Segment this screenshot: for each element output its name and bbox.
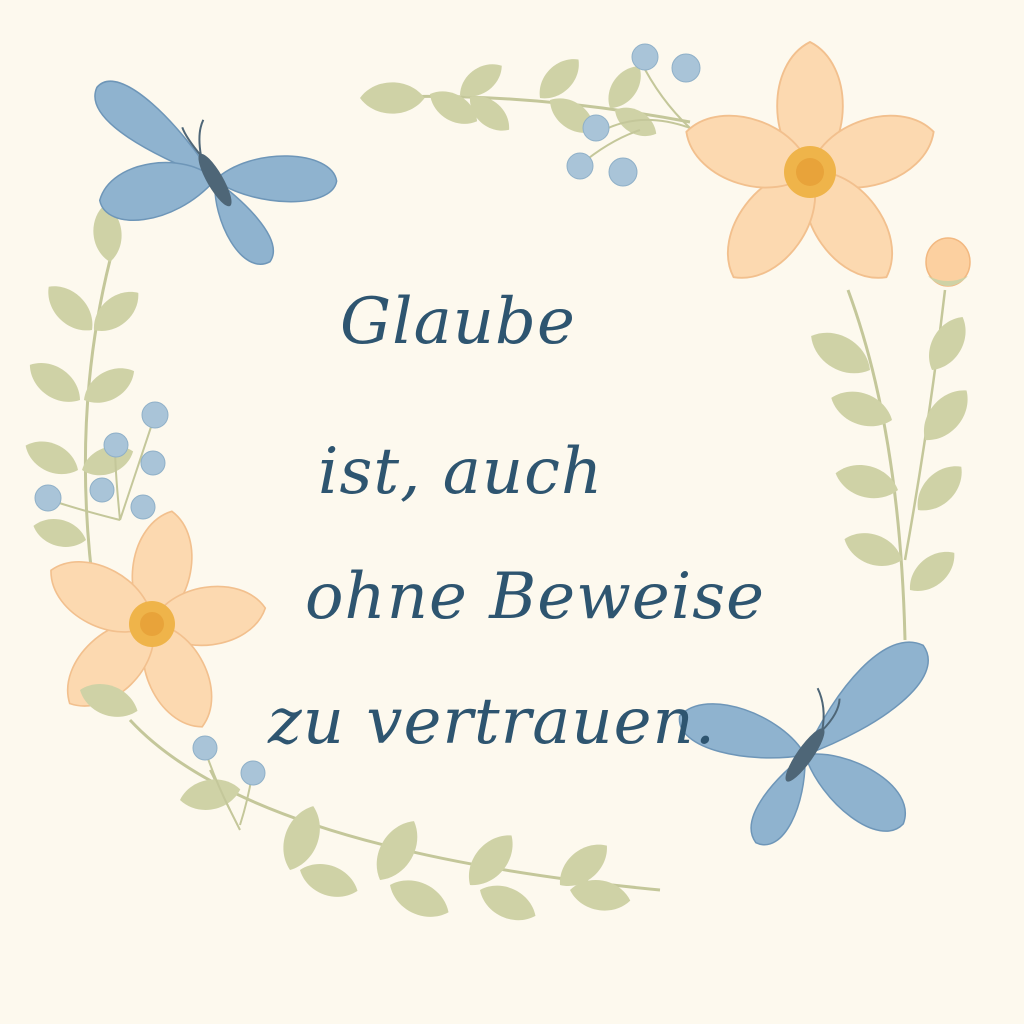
quote-line-1: Glaube — [340, 285, 576, 359]
quote-line-3: ohne Beweise — [305, 560, 765, 634]
leaf-branch-icon — [19, 203, 148, 601]
flower-bud-icon — [925, 237, 971, 287]
quote-line-4: zu vertrauen. — [268, 685, 717, 759]
flower-icon — [675, 41, 945, 298]
floral-wreath-illustration — [19, 41, 979, 930]
butterfly-icon — [94, 80, 338, 265]
leaf-branch-icon — [802, 289, 979, 641]
quote-line-2: ist, auch — [318, 435, 604, 509]
berry-icon — [192, 735, 266, 826]
